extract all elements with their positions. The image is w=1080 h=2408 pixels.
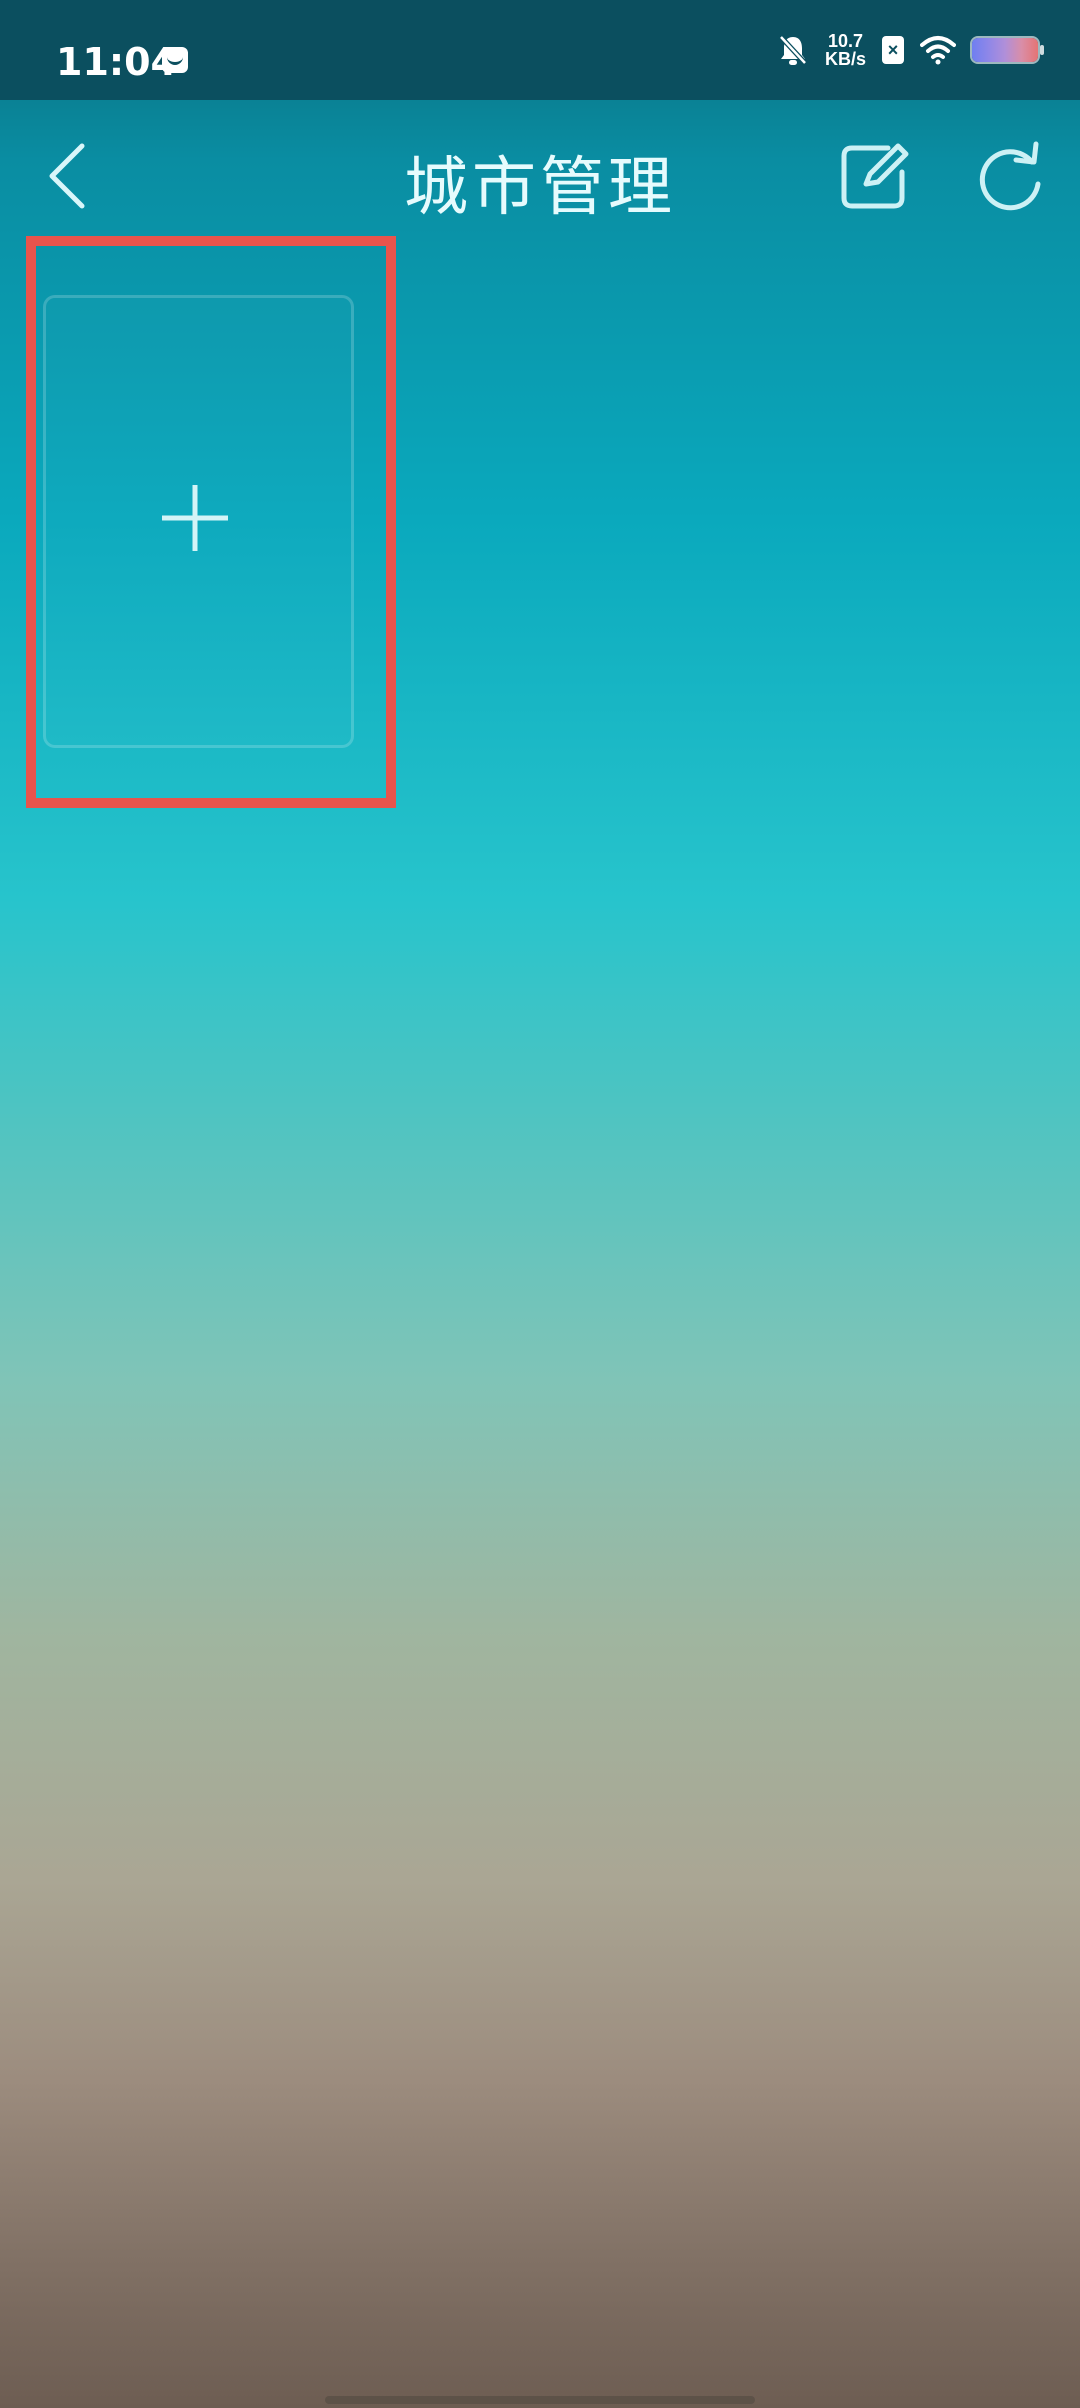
bell-mute-icon	[779, 35, 807, 65]
battery-icon	[972, 38, 1044, 62]
page-title: 城市管理	[404, 151, 676, 225]
refresh-icon[interactable]	[976, 140, 1048, 212]
status-bar: 11:04 10.7 KB/s ×	[0, 0, 1080, 100]
notification-icon	[162, 47, 188, 73]
sim-x-icon: ×	[882, 36, 904, 64]
plus-icon[interactable]	[160, 483, 230, 553]
edit-icon[interactable]	[838, 140, 910, 212]
status-time: 11:04	[56, 40, 177, 84]
wifi-icon	[920, 36, 956, 65]
net-speed-unit: KB/s	[824, 49, 866, 69]
net-speed: 10.7 KB/s	[825, 32, 866, 68]
home-indicator[interactable]	[325, 2396, 755, 2404]
status-icons: 10.7 KB/s ×	[777, 30, 1044, 70]
net-speed-value: 10.7	[827, 31, 864, 51]
